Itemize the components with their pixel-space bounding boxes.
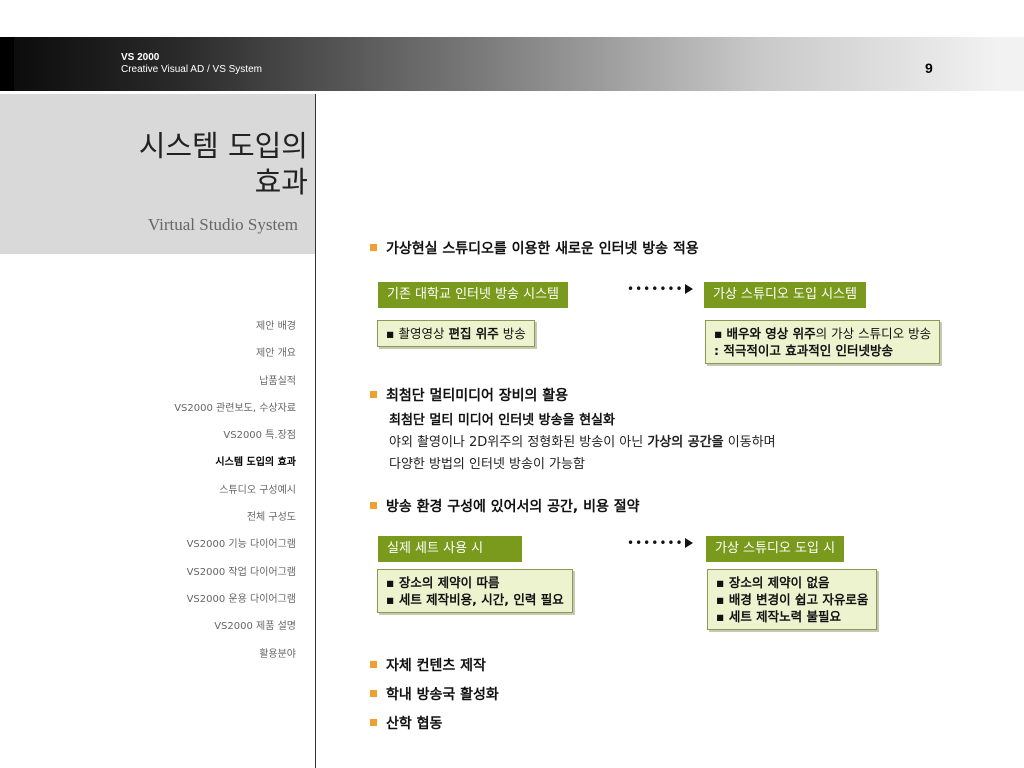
nav-item-system-effects[interactable]: 시스템 도입의 효과	[174, 454, 296, 481]
bullet-icon: ▪	[386, 326, 399, 341]
para-text: 야외 촬영이나 2D위주의 정형화된 방송이 아닌	[389, 435, 648, 450]
section3-heading-text: 방송 환경 구성에 있어서의 공간, 비용 절약	[386, 499, 640, 515]
nav-item-features[interactable]: VS2000 특.장점	[174, 427, 296, 454]
para-text: 이동하며	[723, 435, 776, 450]
note-text: 의 가상 스튜디오 방송	[815, 326, 932, 341]
note-item: 세트 제작노력 불필요	[728, 609, 842, 624]
bullet-icon: ▪	[716, 609, 729, 624]
real-set-note: ▪ 장소의 제약이 따름 ▪ 세트 제작비용, 시간, 인력 필요	[377, 569, 573, 613]
dotted-arrow-icon: •••••••	[627, 282, 693, 296]
nav-item-delivery-record[interactable]: 납품실적	[174, 373, 296, 400]
bullet-icon: ▪	[386, 575, 399, 590]
header-edge	[0, 37, 14, 91]
sidebar-nav: 제안 배경 제안 개요 납품실적 VS2000 관련보도, 수상자료 VS200…	[174, 318, 296, 673]
brand-tagline: Creative Visual AD / VS System	[121, 64, 262, 75]
orange-square-icon	[370, 391, 377, 398]
orange-square-icon	[370, 719, 377, 726]
section2-line3: 다양한 방법의 인터넷 방송이 가능함	[389, 457, 585, 472]
note-text: 방송	[498, 326, 526, 341]
virtual-system-label: 가상 스튜디오 도입 시스템	[704, 282, 866, 308]
page-number: 9	[925, 60, 933, 76]
nav-item-operation-diagram[interactable]: VS2000 운용 다이어그램	[174, 591, 296, 618]
virtual-studio-label: 가상 스튜디오 도입 시	[706, 536, 845, 562]
bullet-industry-academia: 산학 협동	[370, 713, 442, 733]
nav-item-proposal-background[interactable]: 제안 배경	[174, 318, 296, 345]
existing-system-note: ▪ 촬영영상 편집 위주 방송	[377, 320, 535, 347]
orange-square-icon	[370, 244, 377, 251]
brand: VS 2000 Creative Visual AD / VS System	[121, 52, 262, 76]
note-bold-text: 편집 위주	[448, 326, 499, 341]
nav-item-applications[interactable]: 활용분야	[174, 646, 296, 673]
existing-system-label: 기존 대학교 인터넷 방송 시스템	[378, 282, 569, 308]
note-item: 장소의 제약이 따름	[398, 575, 500, 590]
para-bold-text: 가상의 공간을	[647, 435, 724, 450]
page-title-line1: 시스템 도입의	[138, 129, 308, 163]
page-title-line2: 효과	[254, 165, 308, 199]
section2-line1: 최첨단 멀티 미디어 인터넷 방송을 현실화	[389, 413, 615, 428]
orange-square-icon	[370, 661, 377, 668]
section3-heading: 방송 환경 구성에 있어서의 공간, 비용 절약	[370, 496, 640, 516]
page-title: 시스템 도입의 효과	[139, 128, 308, 200]
section1-heading: 가상현실 스튜디오를 이용한 새로운 인터넷 방송 적용	[370, 238, 699, 258]
bullet-text: 산학 협동	[386, 716, 443, 732]
note-bold-text: : 적극적이고 효과적인 인터넷방송	[714, 343, 894, 358]
note-item: 배경 변경이 쉽고 자유로움	[728, 592, 869, 607]
bullet-icon: ▪	[716, 592, 729, 607]
page-subtitle: Virtual Studio System	[147, 215, 298, 234]
nav-item-work-diagram[interactable]: VS2000 작업 다이어그램	[174, 564, 296, 591]
note-bold-text: 배우와 영상 위주	[726, 326, 816, 341]
note-item: 세트 제작비용, 시간, 인력 필요	[398, 592, 564, 607]
bullet-text: 학내 방송국 활성화	[386, 687, 499, 703]
orange-square-icon	[370, 690, 377, 697]
virtual-studio-note: ▪ 장소의 제약이 없음 ▪ 배경 변경이 쉽고 자유로움 ▪ 세트 제작노력 …	[707, 569, 878, 630]
bullet-campus-broadcast: 학내 방송국 활성화	[370, 684, 499, 704]
nav-item-product-description[interactable]: VS2000 제품 설명	[174, 618, 296, 645]
bullet-icon: ▪	[716, 575, 729, 590]
bullet-text: 자체 컨텐츠 제작	[386, 658, 486, 674]
nav-item-proposal-overview[interactable]: 제안 개요	[174, 345, 296, 372]
bullet-icon: ▪	[386, 592, 399, 607]
section2-heading-text: 최첨단 멀티미디어 장비의 활용	[386, 388, 569, 404]
bullet-own-content: 자체 컨텐츠 제작	[370, 655, 486, 675]
nav-item-studio-example[interactable]: 스튜디오 구성예시	[174, 482, 296, 509]
section1-heading-text: 가상현실 스튜디오를 이용한 새로운 인터넷 방송 적용	[386, 241, 699, 257]
nav-item-press-awards[interactable]: VS2000 관련보도, 수상자료	[174, 400, 296, 427]
bullet-icon: ▪	[714, 326, 727, 341]
dotted-arrow-icon: •••••••	[627, 536, 693, 550]
nav-item-function-diagram[interactable]: VS2000 기능 다이어그램	[174, 536, 296, 563]
note-item: 장소의 제약이 없음	[728, 575, 830, 590]
note-text: 촬영영상	[398, 326, 449, 341]
sidebar-divider	[315, 94, 316, 768]
section2-heading: 최첨단 멀티미디어 장비의 활용	[370, 385, 568, 405]
orange-square-icon	[370, 502, 377, 509]
brand-name: VS 2000	[121, 52, 160, 63]
section2-line2: 야외 촬영이나 2D위주의 정형화된 방송이 아닌 가상의 공간을 이동하며	[389, 431, 776, 450]
nav-item-overall-diagram[interactable]: 전체 구성도	[174, 509, 296, 536]
virtual-system-note: ▪ 배우와 영상 위주의 가상 스튜디오 방송 : 적극적이고 효과적인 인터넷…	[705, 320, 941, 364]
real-set-label: 실제 세트 사용 시	[378, 536, 522, 562]
